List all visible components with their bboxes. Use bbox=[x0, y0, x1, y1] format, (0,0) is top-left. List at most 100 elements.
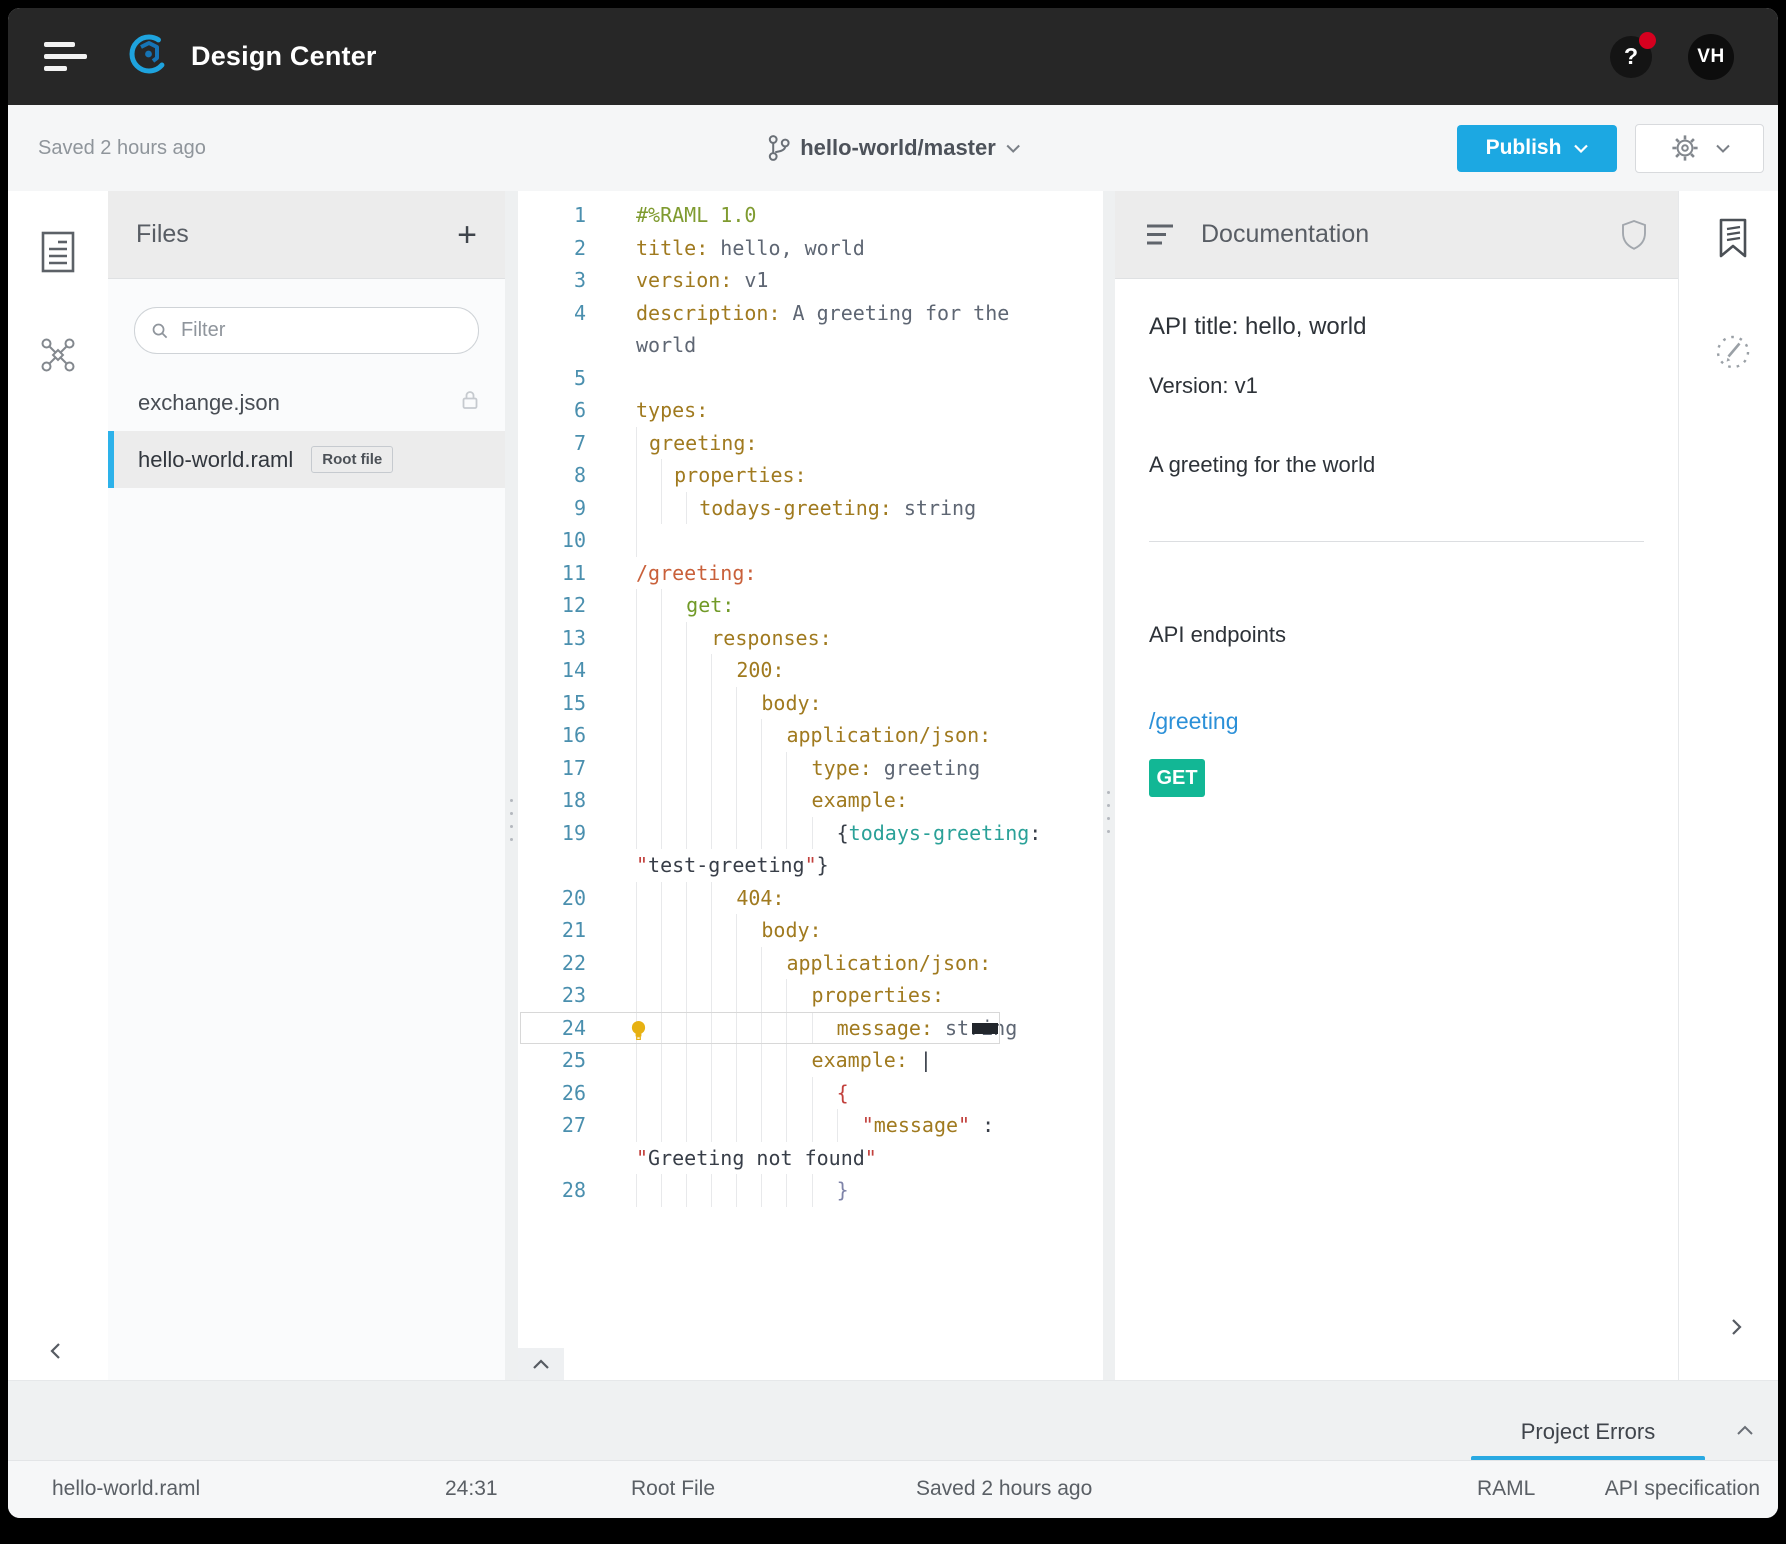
line-number: 21 bbox=[518, 914, 586, 947]
line-number: 8 bbox=[518, 459, 586, 492]
code-line[interactable]: 10 bbox=[518, 524, 1103, 557]
get-method-badge[interactable]: GET bbox=[1149, 759, 1205, 797]
filter-input[interactable] bbox=[179, 318, 462, 343]
code-line[interactable]: 4description: A greeting for the bbox=[518, 297, 1103, 330]
left-icon-strip bbox=[8, 191, 109, 1380]
line-number: 6 bbox=[518, 394, 586, 427]
line-number: 11 bbox=[518, 557, 586, 590]
api-console-bookmark-icon[interactable] bbox=[1714, 215, 1752, 266]
root-file-badge: Root file bbox=[311, 446, 393, 473]
collapse-right-panel-button[interactable] bbox=[1730, 1317, 1744, 1342]
code-line[interactable]: 26{ bbox=[518, 1077, 1103, 1110]
settings-button[interactable] bbox=[1635, 124, 1764, 173]
status-spec-type: API specification bbox=[1605, 1477, 1760, 1501]
line-number: 4 bbox=[518, 297, 586, 330]
line-number: 13 bbox=[518, 622, 586, 655]
doc-endpoints-heading: API endpoints bbox=[1149, 622, 1644, 648]
code-line[interactable]: 5 bbox=[518, 362, 1103, 395]
search-icon bbox=[151, 321, 169, 341]
chevron-down-icon bbox=[1574, 144, 1588, 153]
code-line[interactable]: 24message: string bbox=[518, 1012, 1103, 1045]
code-editor[interactable]: 1#%RAML 1.02title: hello, world3version:… bbox=[518, 191, 1103, 1380]
code-line[interactable]: 11/greeting: bbox=[518, 557, 1103, 590]
file-row[interactable]: exchange.json bbox=[108, 374, 505, 431]
code-line[interactable]: 12get: bbox=[518, 589, 1103, 622]
hamburger-menu-icon[interactable] bbox=[44, 35, 87, 78]
cursor-mark bbox=[972, 1023, 998, 1034]
mulesoft-logo-icon bbox=[127, 32, 171, 81]
line-number bbox=[518, 849, 586, 882]
chevron-down-icon bbox=[1716, 144, 1730, 153]
code-line[interactable]: "Greeting not found" bbox=[518, 1142, 1103, 1175]
line-number: 18 bbox=[518, 784, 586, 817]
code-line[interactable]: 23properties: bbox=[518, 979, 1103, 1012]
line-number bbox=[518, 329, 586, 362]
filter-field[interactable] bbox=[134, 307, 479, 354]
status-root-file: Root File bbox=[631, 1477, 715, 1501]
code-line[interactable]: 17type: greeting bbox=[518, 752, 1103, 785]
documentation-title: Documentation bbox=[1201, 220, 1369, 249]
line-number: 15 bbox=[518, 687, 586, 720]
code-line[interactable]: 14200: bbox=[518, 654, 1103, 687]
code-line[interactable]: 7greeting: bbox=[518, 427, 1103, 460]
lock-icon bbox=[461, 389, 479, 417]
api-graph-icon[interactable] bbox=[36, 333, 80, 382]
git-branch-icon bbox=[766, 134, 790, 162]
line-number: 26 bbox=[518, 1077, 586, 1110]
spec-document-icon[interactable] bbox=[38, 229, 78, 280]
app-window: Design Center ? VH Saved 2 hours ago hel… bbox=[8, 8, 1778, 1518]
panel-resize-handle[interactable] bbox=[510, 789, 514, 851]
publish-button[interactable]: Publish bbox=[1457, 125, 1617, 172]
code-line[interactable]: 6types: bbox=[518, 394, 1103, 427]
code-line[interactable]: world bbox=[518, 329, 1103, 362]
code-line[interactable]: 2title: hello, world bbox=[518, 232, 1103, 265]
shield-icon[interactable] bbox=[1620, 219, 1648, 251]
doc-description: A greeting for the world bbox=[1149, 452, 1644, 478]
line-number: 1 bbox=[518, 199, 586, 232]
project-errors-bar: Project Errors bbox=[8, 1380, 1778, 1461]
code-line[interactable]: 3version: v1 bbox=[518, 264, 1103, 297]
app-title: Design Center bbox=[191, 41, 377, 72]
avatar[interactable]: VH bbox=[1688, 34, 1734, 80]
code-line[interactable]: 18example: bbox=[518, 784, 1103, 817]
file-name: hello-world.raml bbox=[138, 447, 293, 473]
line-number: 16 bbox=[518, 719, 586, 752]
code-line[interactable]: 8properties: bbox=[518, 459, 1103, 492]
line-number: 25 bbox=[518, 1044, 586, 1077]
panel-resize-handle[interactable] bbox=[1107, 781, 1111, 843]
line-number: 7 bbox=[518, 427, 586, 460]
branch-selector[interactable]: hello-world/master bbox=[766, 134, 1020, 162]
outline-list-icon[interactable] bbox=[1145, 222, 1175, 248]
notification-dot bbox=[1639, 32, 1656, 49]
code-line[interactable]: 22application/json: bbox=[518, 947, 1103, 980]
code-line[interactable]: 21body: bbox=[518, 914, 1103, 947]
code-line[interactable]: 15body: bbox=[518, 687, 1103, 720]
code-line[interactable]: 28} bbox=[518, 1174, 1103, 1207]
toolbar: Saved 2 hours ago hello-world/master Pub… bbox=[8, 105, 1778, 192]
file-name: exchange.json bbox=[138, 390, 280, 416]
line-number: 12 bbox=[518, 589, 586, 622]
documentation-panel: Documentation API title: hello, world Ve… bbox=[1115, 191, 1678, 1380]
line-number: 20 bbox=[518, 882, 586, 915]
endpoint-link[interactable]: /greeting bbox=[1149, 708, 1644, 735]
code-line[interactable]: 19{todays-greeting: bbox=[518, 817, 1103, 850]
code-line[interactable]: 20404: bbox=[518, 882, 1103, 915]
code-line[interactable]: 1#%RAML 1.0 bbox=[518, 199, 1103, 232]
code-line[interactable]: 25example: | bbox=[518, 1044, 1103, 1077]
project-errors-tab[interactable]: Project Errors bbox=[1471, 1419, 1705, 1461]
status-saved: Saved 2 hours ago bbox=[916, 1477, 1092, 1501]
files-panel-title: Files bbox=[136, 220, 189, 249]
code-line[interactable]: 9todays-greeting: string bbox=[518, 492, 1103, 525]
add-file-button[interactable]: + bbox=[457, 220, 477, 250]
file-row[interactable]: hello-world.raml Root file bbox=[108, 431, 505, 488]
chevron-up-icon[interactable] bbox=[1736, 1423, 1754, 1441]
code-line[interactable]: "test-greeting"} bbox=[518, 849, 1103, 882]
mocking-service-icon[interactable] bbox=[1712, 331, 1754, 378]
expand-bottom-panel-button[interactable] bbox=[518, 1348, 564, 1380]
code-line[interactable]: 16application/json: bbox=[518, 719, 1103, 752]
code-line[interactable]: 27"message" : bbox=[518, 1109, 1103, 1142]
line-number: 27 bbox=[518, 1109, 586, 1142]
collapse-left-panel-button[interactable] bbox=[48, 1341, 62, 1366]
code-line[interactable]: 13responses: bbox=[518, 622, 1103, 655]
chevron-down-icon bbox=[1006, 144, 1020, 153]
